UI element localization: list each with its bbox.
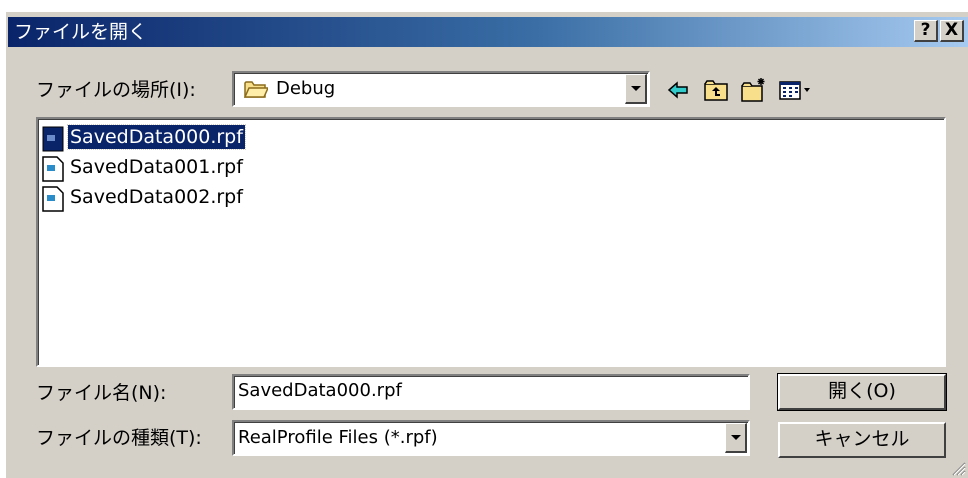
open-file-dialog: ファイルを開く ? X ファイルの場所(I): Debug SavedData0…	[0, 0, 968, 478]
file-icon	[42, 186, 64, 212]
filetype-value: RealProfile Files (*.rpf)	[238, 427, 438, 448]
chevron-down-icon	[631, 86, 641, 91]
title-bar[interactable]: ファイルを開く ? X	[8, 17, 968, 47]
filetype-dropdown-button[interactable]	[725, 423, 747, 453]
location-dropdown-button[interactable]	[625, 74, 647, 104]
filename-input[interactable]: SavedData000.rpf	[232, 374, 750, 410]
open-button[interactable]: 開く(O)	[777, 373, 947, 411]
location-value: Debug	[276, 78, 336, 99]
help-button[interactable]: ?	[914, 20, 938, 42]
cancel-button[interactable]: キャンセル	[778, 422, 946, 458]
view-menu-icon[interactable]	[778, 76, 818, 104]
location-combo[interactable]: Debug	[232, 71, 650, 107]
file-list[interactable]: SavedData000.rpf SavedData001.rpf SavedD…	[36, 117, 946, 367]
location-label: ファイルの場所(I):	[36, 79, 196, 101]
file-icon	[42, 156, 64, 182]
dialog-title: ファイルを開く	[14, 21, 148, 43]
chevron-down-icon	[731, 435, 741, 440]
file-name: SavedData002.rpf	[70, 186, 243, 208]
folder-up-icon[interactable]	[702, 76, 730, 104]
folder-icon	[244, 81, 268, 98]
filetype-combo[interactable]: RealProfile Files (*.rpf)	[232, 420, 750, 456]
new-folder-icon[interactable]	[740, 76, 768, 104]
filename-label: ファイル名(N):	[36, 382, 167, 404]
file-name: SavedData000.rpf	[67, 124, 246, 150]
close-button[interactable]: X	[940, 20, 964, 42]
filename-value: SavedData000.rpf	[234, 376, 748, 408]
file-icon	[42, 126, 64, 152]
resize-grip-icon[interactable]	[950, 460, 966, 476]
filetype-label: ファイルの種類(T):	[36, 427, 202, 449]
back-arrow-icon[interactable]	[664, 76, 692, 104]
file-name: SavedData001.rpf	[70, 156, 243, 178]
